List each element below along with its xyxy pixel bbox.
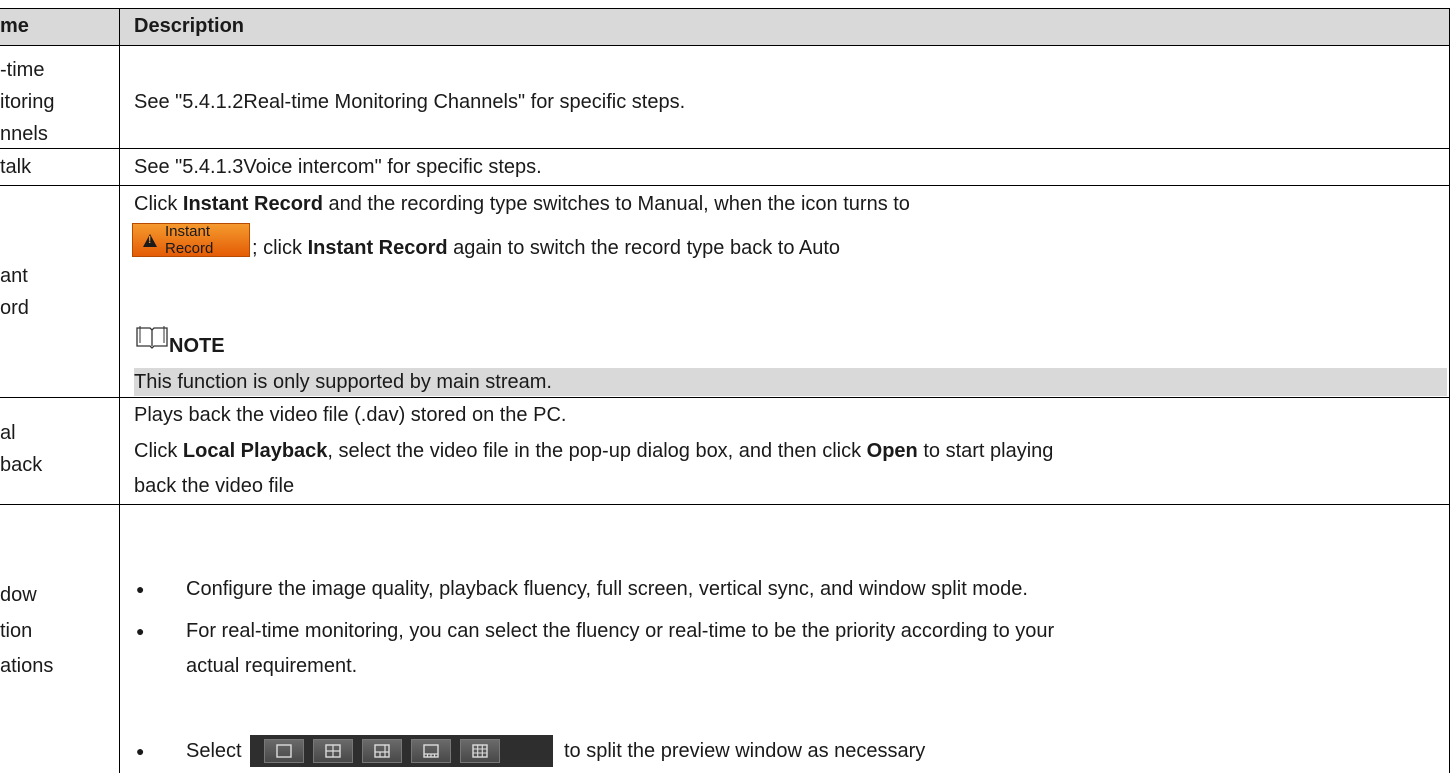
note-text: This function is only supported by main … (134, 368, 1447, 396)
instant-record-button-label: Instant Record (165, 223, 214, 257)
bullet-text-2: For real-time monitoring, you can select… (186, 620, 1055, 642)
column-divider (119, 8, 120, 773)
bullet-text-1: Configure the image quality, playback fl… (186, 578, 1028, 600)
row3-line1: Click Instant Record and the recording t… (134, 193, 910, 215)
row1-name-line3: nnels (0, 123, 48, 145)
nine-split-icon (460, 739, 500, 763)
row4-line2: Click Local Playback, select the video f… (134, 440, 1054, 462)
single-split-icon (264, 739, 304, 763)
row2-description: See "5.4.1.3Voice intercom" for specific… (134, 156, 542, 178)
row4-name-line1: al (0, 422, 16, 444)
row1-name-line2: itoring (0, 91, 55, 113)
bullet-text-2-cont: actual requirement. (186, 655, 358, 677)
row4-line3: back the video file (134, 475, 295, 497)
table-rule (0, 504, 1450, 505)
row4-line1: Plays back the video file (.dav) stored … (134, 404, 567, 426)
table-rule (0, 148, 1450, 149)
table-rule (0, 397, 1450, 398)
warning-icon (143, 233, 157, 247)
instant-record-button: Instant Record (132, 223, 250, 257)
note-title: NOTE (169, 335, 225, 357)
select-text-after: to split the preview window as necessary (564, 740, 926, 762)
row3-line2: ; click Instant Record again to switch t… (252, 237, 841, 259)
row5-name-line2: tion (0, 620, 33, 642)
row5-name-line1: dow (0, 584, 37, 606)
row1-description: See "5.4.1.2Real-time Monitoring Channel… (134, 91, 686, 113)
split-mode-toolbar (250, 735, 553, 767)
document-page: me Description -time itoring nnels See "… (0, 0, 1450, 773)
six-split-icon (362, 739, 402, 763)
table-rule (0, 45, 1450, 46)
eight-split-icon (411, 739, 451, 763)
bullet-dot: ● (136, 581, 145, 597)
book-icon (136, 326, 168, 349)
row2-name: talk (0, 156, 32, 178)
row4-name-line2: back (0, 454, 43, 476)
select-text: Select (186, 740, 242, 762)
row1-name-line1: -time (0, 59, 45, 81)
header-name-col: me (0, 15, 29, 37)
table-rule (0, 185, 1450, 186)
row3-name-line2: ord (0, 297, 29, 319)
bullet-dot: ● (136, 743, 145, 759)
header-description-col: Description (134, 15, 245, 37)
row5-name-line3: ations (0, 655, 54, 677)
table-rule (0, 8, 1450, 9)
bullet-dot: ● (136, 623, 145, 639)
four-split-icon (313, 739, 353, 763)
row3-name-line1: ant (0, 265, 28, 287)
